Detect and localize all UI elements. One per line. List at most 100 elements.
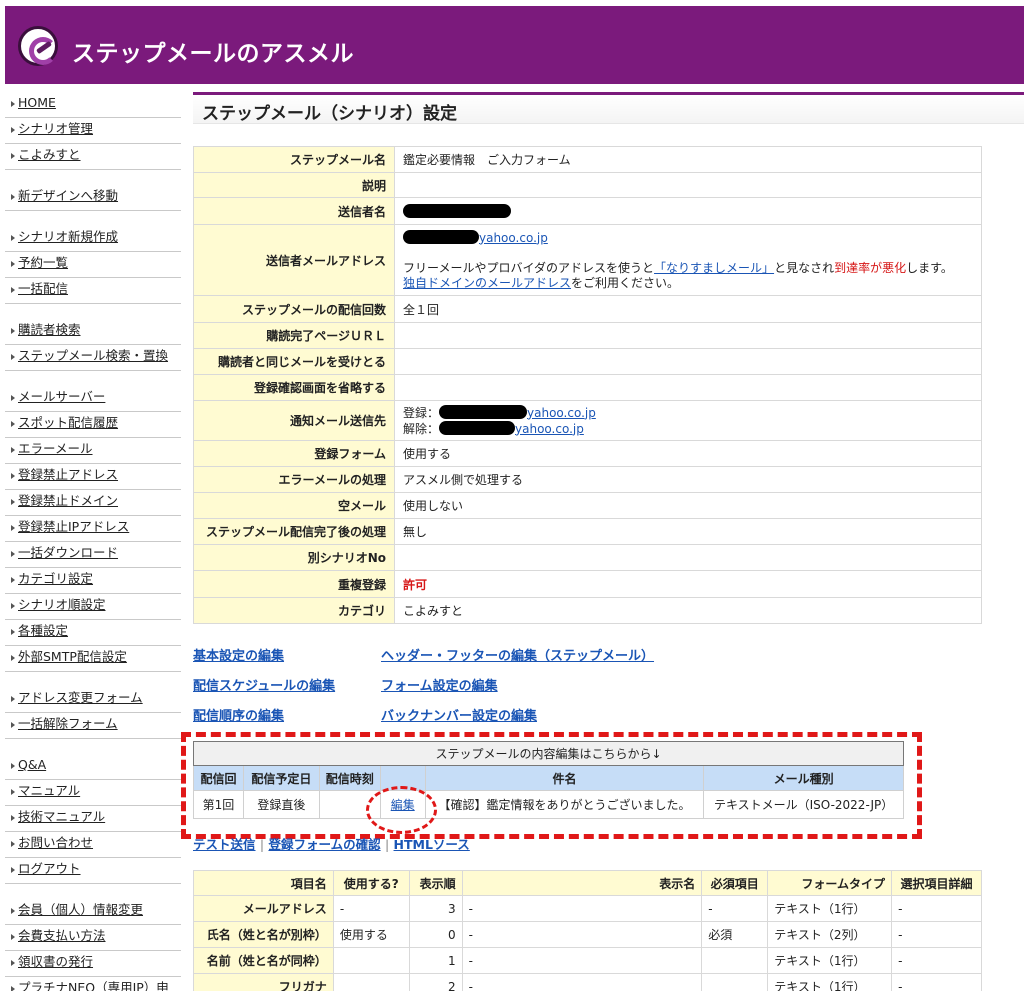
sidebar-item[interactable]: マニュアル xyxy=(5,780,181,806)
backnumber-link[interactable]: バックナンバー設定の編集 xyxy=(381,705,537,724)
nav-gap xyxy=(5,371,181,386)
sidebar-item-label[interactable]: 会費支払い方法 xyxy=(18,928,106,943)
sidebar-item[interactable]: Q&A xyxy=(5,754,181,780)
sidebar-item-label[interactable]: エラーメール xyxy=(18,441,93,456)
sidebar-item-label[interactable]: カテゴリ設定 xyxy=(18,571,93,586)
test-send-link[interactable]: テスト送信 xyxy=(193,837,256,852)
sidebar-item-label[interactable]: マニュアル xyxy=(18,783,80,798)
sidebar-item-label[interactable]: シナリオ新規作成 xyxy=(18,229,118,244)
sidebar-item[interactable]: 登録禁止IPアドレス xyxy=(5,516,181,542)
sidebar-item-label[interactable]: 会員（個人）情報変更 xyxy=(18,902,143,917)
sidebar-item-label[interactable]: 新デザインへ移動 xyxy=(18,188,118,203)
sidebar-item[interactable]: シナリオ管理 xyxy=(5,118,181,144)
field-required-cell: - xyxy=(701,895,769,922)
sidebar-item-label[interactable]: シナリオ順設定 xyxy=(18,597,106,612)
sidebar-item[interactable]: エラーメール xyxy=(5,438,181,464)
sidebar-item-label[interactable]: 予約一覧 xyxy=(18,255,68,270)
sidebar-item[interactable]: HOME xyxy=(5,92,181,118)
sender-email-link[interactable]: yahoo.co.jp xyxy=(479,231,548,245)
sidebar-item-label[interactable]: 一括解除フォーム xyxy=(18,716,118,731)
highlight-box xyxy=(181,732,922,839)
sidebar-item[interactable]: ログアウト xyxy=(5,858,181,884)
sidebar-item[interactable]: 会費支払い方法 xyxy=(5,925,181,951)
nav-gap xyxy=(5,170,181,185)
setting-value xyxy=(394,374,982,401)
header-footer-link[interactable]: ヘッダー・フッターの編集（ステップメール） xyxy=(381,645,654,664)
notify-cancel-link[interactable]: yahoo.co.jp xyxy=(515,422,584,436)
spoofing-link[interactable]: 「なりすましメール」 xyxy=(654,261,774,275)
sidebar-item[interactable]: お問い合わせ xyxy=(5,832,181,858)
sidebar-item[interactable]: 一括解除フォーム xyxy=(5,713,181,739)
setting-label: 説明 xyxy=(193,172,395,198)
field-order-cell: 3 xyxy=(408,895,463,922)
sidebar-item-label[interactable]: 各種設定 xyxy=(18,623,68,638)
sidebar-nav: HOME シナリオ管理 こよみすと新デザインへ移動 シナリオ新規作成 予約一覧一括配信購… xyxy=(5,92,181,991)
sidebar-item-label[interactable]: 一括配信 xyxy=(18,281,68,296)
sidebar-item[interactable]: 新デザインへ移動 xyxy=(5,185,181,211)
sidebar-item-label[interactable]: プラチナNEO（専用IP）申 xyxy=(18,980,169,991)
sidebar-item[interactable]: こよみすと xyxy=(5,144,181,170)
setting-value: 使用する xyxy=(394,440,982,467)
field-type-cell: テキスト（1行） xyxy=(767,895,893,922)
sidebar-item-label[interactable]: 外部SMTP配信設定 xyxy=(18,649,127,664)
sidebar-item[interactable]: カテゴリ設定 xyxy=(5,568,181,594)
sidebar-item[interactable]: スポット配信履歴 xyxy=(5,412,181,438)
sidebar-item-label[interactable]: シナリオ管理 xyxy=(18,121,93,136)
setting-label: 別シナリオNo xyxy=(193,544,395,571)
sidebar-item-label[interactable]: 一括ダウンロード xyxy=(18,545,118,560)
sidebar-item-label[interactable]: お問い合わせ xyxy=(18,835,93,850)
sidebar-item-label[interactable]: こよみすと xyxy=(18,147,81,162)
brand-title[interactable]: ステップメールのアスメル xyxy=(72,34,354,68)
schedule-link[interactable]: 配信スケジュールの編集 xyxy=(193,675,335,694)
redacted-email xyxy=(439,404,528,419)
asumeru-logo-icon[interactable] xyxy=(18,26,58,66)
sidebar-item-label[interactable]: メールサーバー xyxy=(18,389,105,404)
html-source-link[interactable]: HTMLソース xyxy=(394,837,470,852)
sidebar-item[interactable]: 予約一覧 xyxy=(5,252,181,278)
setting-label: 通知メール送信先 xyxy=(193,400,395,441)
form-settings-link[interactable]: フォーム設定の編集 xyxy=(381,675,498,694)
field-detail-cell: - xyxy=(891,973,982,991)
sidebar-item-label[interactable]: スポット配信履歴 xyxy=(18,415,118,430)
link-separator: | xyxy=(259,837,265,852)
sidebar-item[interactable]: ステップメール検索・置換 xyxy=(5,345,181,371)
sidebar-item-label[interactable]: Q&A xyxy=(18,757,46,772)
setting-value xyxy=(394,197,982,225)
sidebar-item-label[interactable]: 技術マニュアル xyxy=(18,809,105,824)
sidebar-item-label[interactable]: 登録禁止IPアドレス xyxy=(18,519,129,534)
setting-value: 許可 xyxy=(394,570,982,598)
sidebar-item[interactable]: 各種設定 xyxy=(5,620,181,646)
sidebar-item-label[interactable]: ステップメール検索・置換 xyxy=(18,348,168,363)
basic-settings-link[interactable]: 基本設定の編集 xyxy=(193,645,284,664)
sidebar-item-label[interactable]: 登録禁止ドメイン xyxy=(18,493,118,508)
sidebar-item[interactable]: シナリオ順設定 xyxy=(5,594,181,620)
sidebar-item-label[interactable]: 領収書の発行 xyxy=(18,954,93,969)
sidebar-item[interactable]: 購読者検索 xyxy=(5,319,181,345)
field-name-cell: メールアドレス xyxy=(193,895,334,922)
sidebar-item[interactable]: シナリオ新規作成 xyxy=(5,226,181,252)
form-confirm-link[interactable]: 登録フォームの確認 xyxy=(268,837,380,852)
sidebar-item-label[interactable]: ログアウト xyxy=(18,861,81,876)
sidebar-item[interactable]: プラチナNEO（専用IP）申 xyxy=(5,977,181,991)
own-domain-link[interactable]: 独自ドメインのメールアドレス xyxy=(403,276,571,290)
sidebar-item[interactable]: 技術マニュアル xyxy=(5,806,181,832)
setting-label: 重複登録 xyxy=(193,570,395,598)
main-content: ステップメール（シナリオ）設定 ステップメール名 鑑定必要情報 ご入力フォーム 説… xyxy=(181,92,1024,991)
sidebar-item[interactable]: 会員（個人）情報変更 xyxy=(5,899,181,925)
sidebar-item[interactable]: 領収書の発行 xyxy=(5,951,181,977)
sidebar-item[interactable]: 外部SMTP配信設定 xyxy=(5,646,181,672)
sidebar-item[interactable]: アドレス変更フォーム xyxy=(5,687,181,713)
field-detail-cell: - xyxy=(891,921,982,948)
sidebar-item-label[interactable]: アドレス変更フォーム xyxy=(18,690,143,705)
sidebar-item-label[interactable]: 購読者検索 xyxy=(18,322,81,337)
sidebar-item[interactable]: 登録禁止アドレス xyxy=(5,464,181,490)
sidebar-item-label[interactable]: HOME xyxy=(18,95,56,110)
sidebar-item[interactable]: メールサーバー xyxy=(5,386,181,412)
notify-register-link[interactable]: yahoo.co.jp xyxy=(527,406,596,420)
sidebar-item[interactable]: 登録禁止ドメイン xyxy=(5,490,181,516)
sidebar-item[interactable]: 一括配信 xyxy=(5,278,181,304)
sidebar-item-label[interactable]: 登録禁止アドレス xyxy=(18,467,118,482)
warning-text: と見なされ xyxy=(774,260,835,275)
delivery-order-link[interactable]: 配信順序の編集 xyxy=(193,705,284,724)
sidebar-item[interactable]: 一括ダウンロード xyxy=(5,542,181,568)
